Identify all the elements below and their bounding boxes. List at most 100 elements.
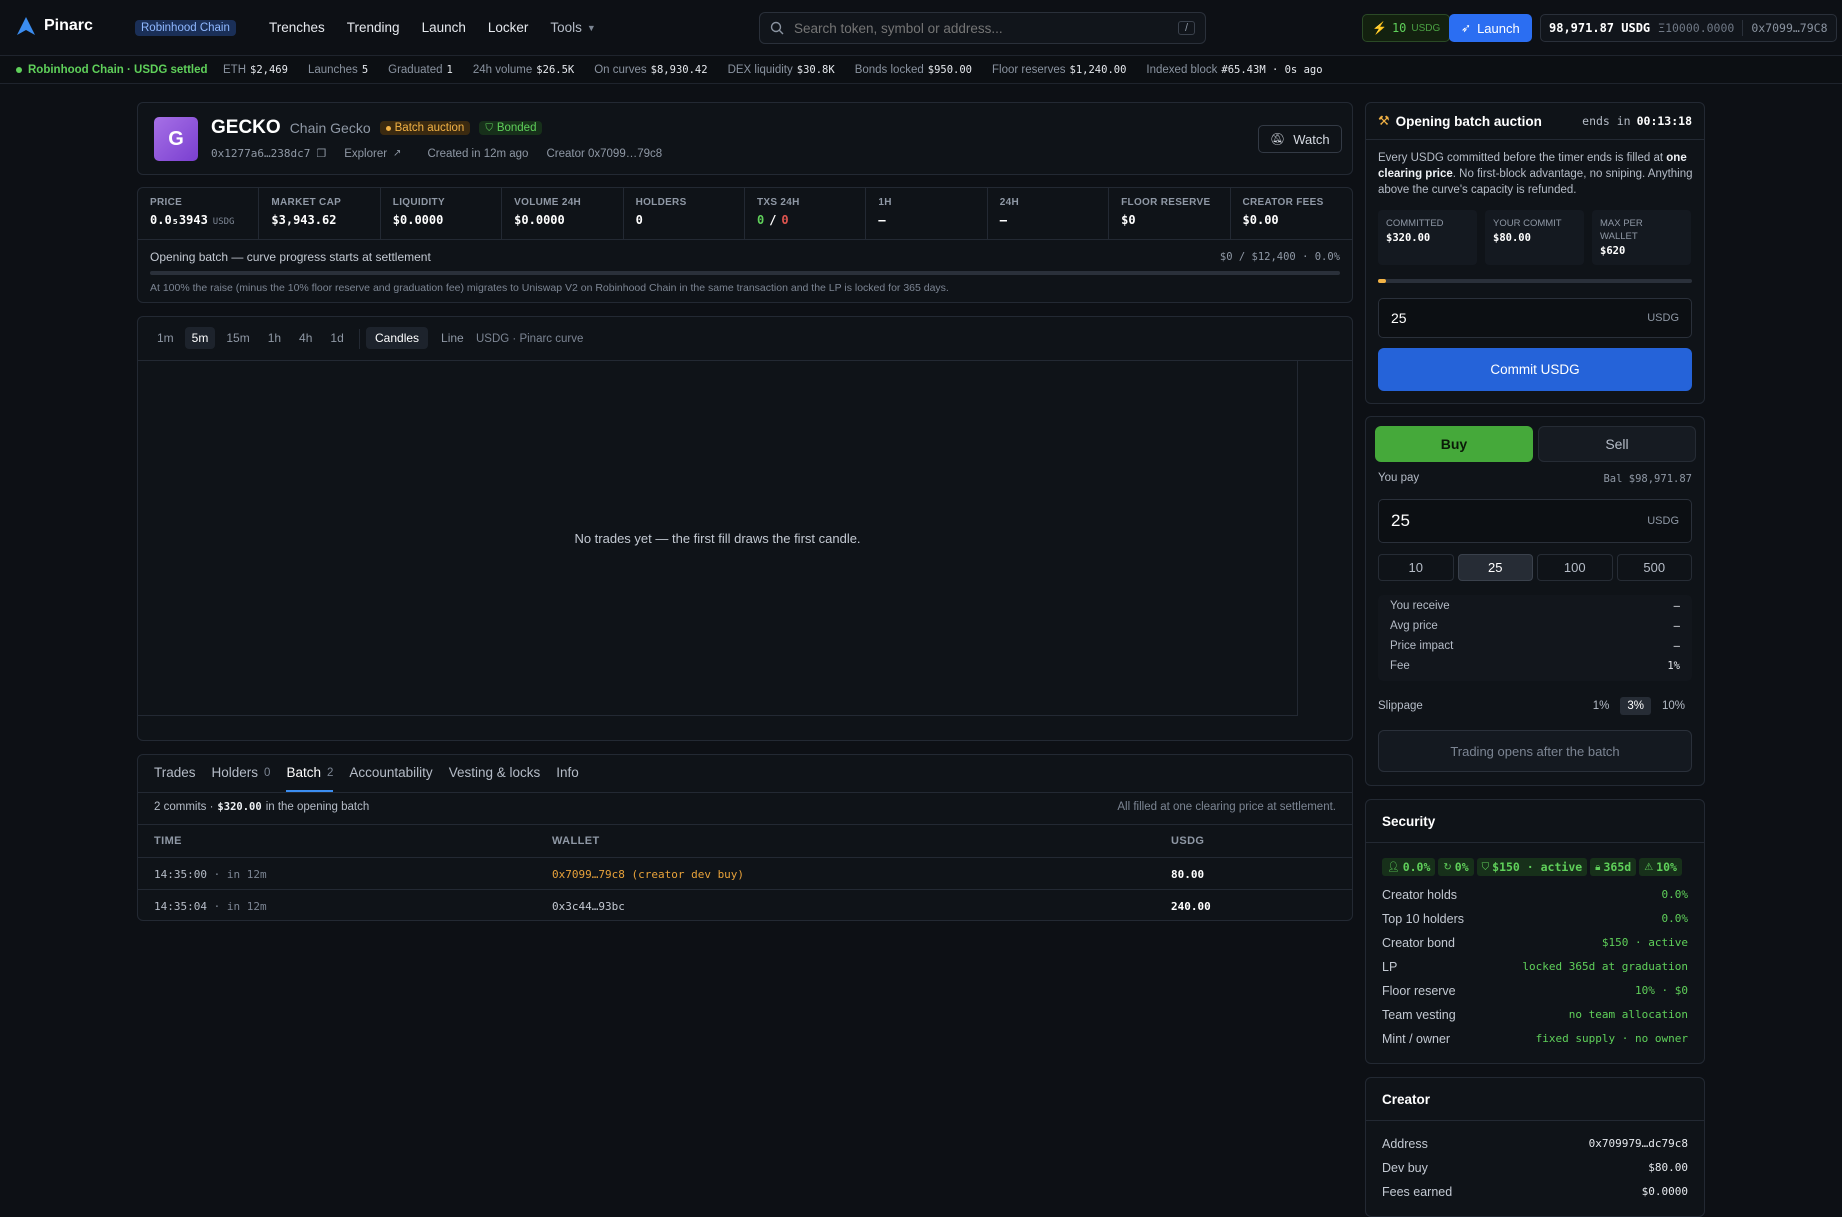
mode-candles[interactable]: Candles (366, 327, 429, 349)
commit-amount-value[interactable]: 25 (1391, 310, 1407, 326)
wallet-balance-alt: Ξ10000.0000 (1658, 21, 1735, 35)
stat-cell: LIQUIDITY $0.0000 (381, 187, 503, 240)
nav-trending[interactable]: Trending (347, 20, 400, 35)
preset-500[interactable]: 500 (1616, 554, 1692, 581)
tab-batch[interactable]: Batch 2 (286, 755, 334, 792)
table-row[interactable]: 14:35:04 · in 12m 0x3c44…93bc 240.00 (138, 889, 1352, 921)
security-row-label: Mint / owner (1382, 1032, 1451, 1046)
tab-label: Vesting & locks (448, 765, 541, 780)
slippage-10pct[interactable]: 10% (1655, 697, 1692, 715)
stat-label: FLOOR RESERVE (1121, 196, 1211, 208)
auction-timer: ends in 00:13:18 (1582, 114, 1692, 128)
search-bar[interactable]: / (759, 12, 1206, 44)
ticker-item-value: $26.5K (536, 64, 575, 76)
table-row[interactable]: 14:35:00 · in 12m 0x7099…79c8 (creator de… (138, 857, 1352, 889)
interval-1m[interactable]: 1m (150, 327, 181, 349)
nav-launch[interactable]: Launch (422, 20, 466, 35)
tab-accountability[interactable]: Accountability (349, 755, 432, 792)
points-badge[interactable]: ⚡ 10 USDG (1362, 14, 1451, 42)
security-row-value: fixed supply · no owner (1535, 1032, 1688, 1045)
external-link-icon[interactable]: ↗ (393, 148, 401, 159)
nav-locker[interactable]: Locker (488, 20, 529, 35)
preset-25[interactable]: 25 (1457, 554, 1533, 581)
stat-value-text: 0.0₅3943 (150, 212, 208, 227)
row-wallet[interactable]: 0x3c44…93bc (552, 900, 625, 913)
interval-4h[interactable]: 4h (292, 327, 319, 349)
chart-mode-tabs: Candles Line (366, 327, 473, 349)
creator-title: Creator (1382, 1092, 1431, 1107)
chart-canvas[interactable]: No trades yet — the first fill draws the… (138, 361, 1298, 716)
buy-tab[interactable]: Buy (1375, 426, 1533, 462)
watch-button[interactable]: 🔕︎ Watch (1258, 125, 1342, 153)
interval-15m[interactable]: 15m (219, 327, 256, 349)
commit-amount-input[interactable]: 25 USDG (1378, 298, 1692, 338)
nav-tools[interactable]: Tools ▼ (550, 20, 595, 35)
tab-trades[interactable]: Trades (154, 755, 196, 792)
interval-5m[interactable]: 5m (184, 327, 216, 349)
progress-value: $0 / $12,400 · 0.0% (1219, 251, 1340, 263)
security-row: LP locked 365d at graduation (1382, 960, 1688, 974)
auction-fill-level (1378, 279, 1386, 283)
interval-1d[interactable]: 1d (323, 327, 350, 349)
ticker-item-value: 5 (361, 64, 369, 76)
trade-card: Buy Sell You pay Bal $98,971.87 25 USDG … (1365, 416, 1705, 786)
wallet-button[interactable]: 98,971.87 USDG Ξ10000.0000 0x7099…79C8 (1540, 14, 1837, 42)
ticker-item-value: $8,930.42 (650, 64, 708, 76)
nav-trenches[interactable]: Trenches (269, 20, 325, 35)
explorer-link[interactable]: Explorer (344, 148, 387, 160)
tab-holders[interactable]: Holders 0 (212, 755, 271, 792)
pay-amount-value[interactable]: 25 (1391, 511, 1410, 531)
auction-ends-label: ends in (1582, 114, 1631, 128)
search-input[interactable] (794, 20, 1168, 36)
security-row: Team vesting no team allocation (1382, 1008, 1688, 1022)
security-row: Mint / owner fixed supply · no owner (1382, 1032, 1688, 1046)
auction-stat-box: MAX PER WALLET $620 (1592, 210, 1691, 265)
chain-badge[interactable]: Robinhood Chain (135, 20, 236, 36)
security-row-label: Floor reserve (1382, 984, 1456, 998)
stat-value-text: $3,943.62 (271, 212, 337, 227)
security-row-label: Creator bond (1382, 936, 1455, 950)
watch-button-label: Watch (1293, 131, 1330, 147)
slippage-1pct[interactable]: 1% (1586, 697, 1617, 715)
trading-disabled-button[interactable]: Trading opens after the batch (1378, 730, 1692, 772)
preset-10[interactable]: 10 (1378, 554, 1454, 581)
tab-info[interactable]: Info (556, 755, 579, 792)
shield-icon: ⛉ (1481, 861, 1490, 873)
tab-vesting-locks[interactable]: Vesting & locks (449, 755, 541, 792)
shield-icon: ⛉ (485, 122, 493, 134)
sell-tab[interactable]: Sell (1538, 426, 1696, 462)
stat-value-text: $0.0000 (392, 212, 444, 227)
tab-label: Trades (154, 765, 196, 780)
search-icon (770, 21, 784, 35)
token-creator[interactable]: Creator 0x7099…79c8 (546, 148, 662, 160)
dot-icon (385, 125, 391, 131)
creator-row-value: $0.0000 (1641, 1185, 1688, 1198)
stat-value-text: $0.00 (1242, 212, 1279, 227)
row-wallet[interactable]: 0x7099…79c8 (creator dev buy) (552, 868, 744, 881)
launch-button[interactable]: ➶ Launch (1449, 14, 1532, 42)
stat-value: $0 (1121, 213, 1217, 227)
slippage-3pct[interactable]: 3% (1620, 697, 1651, 715)
trade-details: You receive — Avg price — Price impact — Fee 1% (1378, 595, 1692, 681)
security-chip-value: 10% (1656, 860, 1677, 874)
auction-stat-value: $320.00 (1386, 232, 1431, 244)
copy-icon[interactable]: ❐ (316, 147, 326, 160)
brand-logo[interactable]: Pinarc (16, 16, 93, 36)
interval-1h[interactable]: 1h (261, 327, 288, 349)
search-shortcut-hint: / (1177, 21, 1195, 35)
preset-100[interactable]: 100 (1537, 554, 1613, 581)
chain-status: Robinhood Chain · USDG settled (16, 64, 208, 76)
you-pay-label: You pay (1378, 472, 1420, 484)
stat-cell: FLOOR RESERVE $0 (1109, 187, 1231, 240)
commit-usdg-button[interactable]: Commit USDG (1378, 348, 1692, 391)
mode-line[interactable]: Line (432, 327, 473, 349)
ticker-item: Floor reserves $1,240.00 (992, 64, 1126, 76)
stat-value: 0 / 0 (757, 213, 853, 227)
security-chips: 👤︎ 0.0% ↻ 0% ⛉ $150 · active 🔒︎ 365d ⚠ 10% (1382, 858, 1682, 876)
trade-detail-row: Fee 1% (1390, 660, 1680, 672)
pay-amount-input[interactable]: 25 USDG (1378, 499, 1692, 543)
chart-empty-text: No trades yet — the first fill draws the… (574, 530, 861, 546)
batch-auction-badge: Batch auction (379, 121, 471, 135)
ticker-item-value: #65.43M · 0s ago (1221, 64, 1323, 76)
activity-card: Trades Holders 0 Batch 2 Accountability Vestin… (137, 754, 1353, 921)
